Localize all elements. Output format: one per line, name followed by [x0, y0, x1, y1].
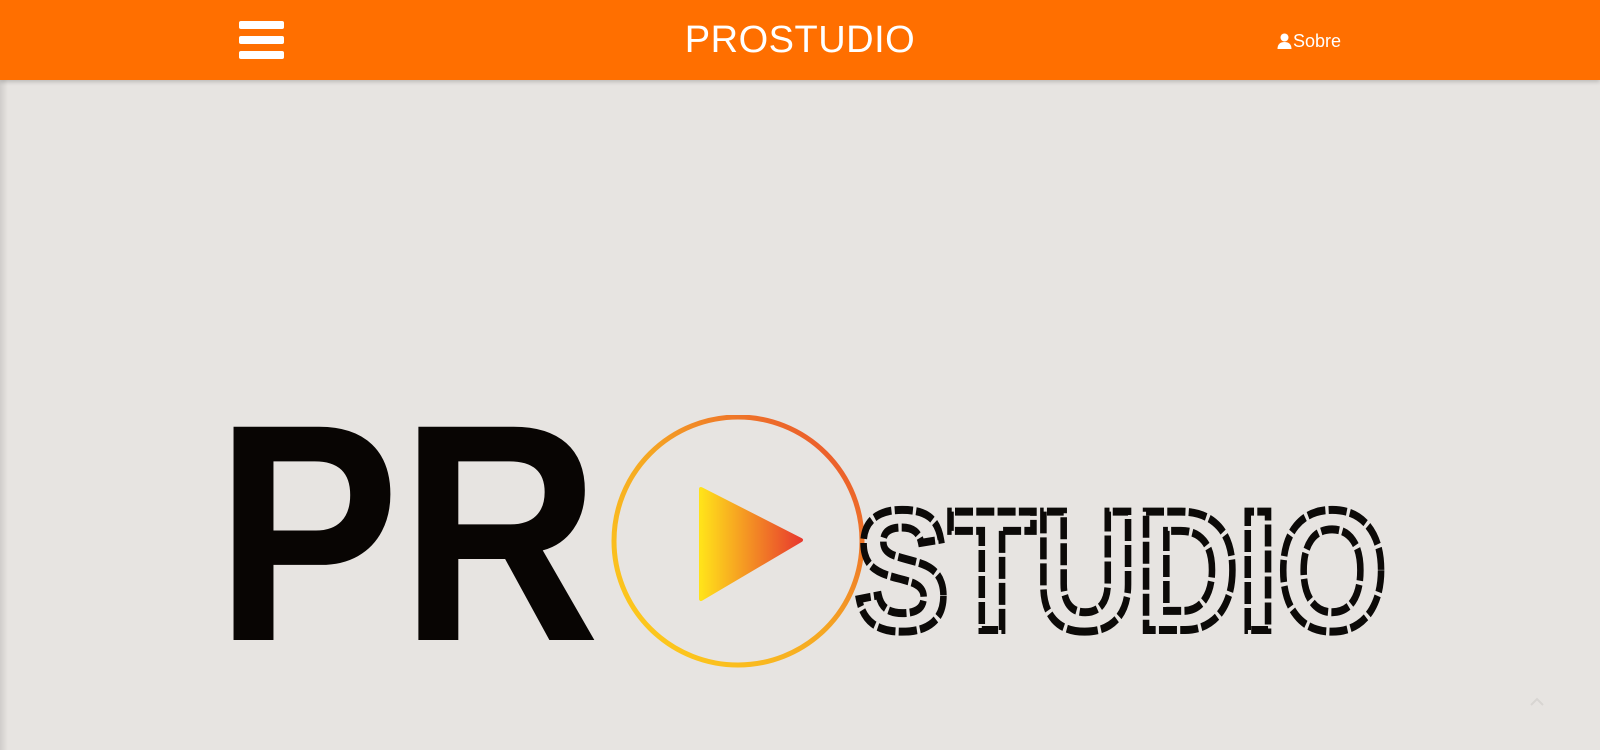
top-navigation-bar: PROSTUDIO Sobre — [0, 0, 1600, 80]
chevron-up-icon — [1530, 697, 1544, 706]
left-edge-shadow — [0, 80, 8, 750]
logo-text-studio: STUDIO — [855, 475, 1387, 667]
logo-text-pr: PR — [215, 415, 600, 685]
hamburger-menu-icon[interactable] — [239, 20, 284, 60]
about-label: Sobre — [1293, 31, 1342, 51]
scroll-to-top-button[interactable] — [1492, 685, 1582, 750]
site-title[interactable]: PROSTUDIO — [600, 18, 1000, 62]
about-link[interactable]: Sobre — [1277, 30, 1341, 52]
prostudio-logo: PR STUDIO — [215, 415, 1391, 685]
user-icon — [1277, 33, 1292, 49]
play-circle-icon — [611, 415, 865, 668]
